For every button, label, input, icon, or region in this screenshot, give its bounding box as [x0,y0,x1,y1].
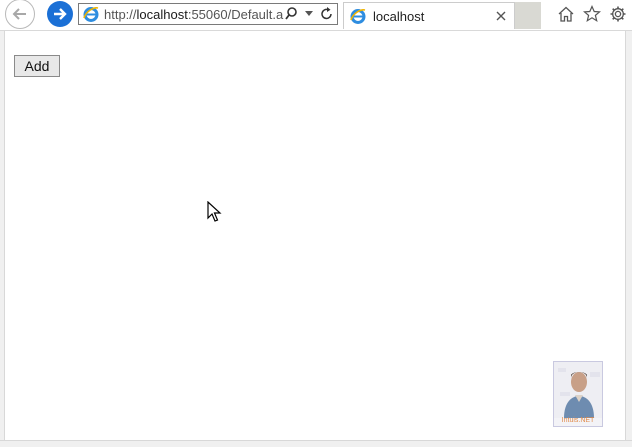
forward-arrow-icon [47,1,73,27]
internet-explorer-icon [350,9,366,24]
address-url[interactable]: http://localhost:55060/Default.a [104,7,290,22]
refresh-icon[interactable] [321,7,333,21]
browser-window: http://localhost:55060/Default.a localho… [0,0,632,447]
mouse-pointer-icon [207,201,222,222]
url-scheme: http:// [104,6,137,22]
star-icon[interactable] [582,4,602,24]
home-icon[interactable] [556,4,576,24]
browser-toolbar: http://localhost:55060/Default.a localho… [0,0,632,31]
page-content: Add Intuis.NET [4,31,626,441]
back-button[interactable] [4,0,36,29]
chevron-down-icon[interactable] [303,7,315,21]
back-arrow-icon [5,0,35,29]
address-bar[interactable]: http://localhost:55060/Default.a [78,3,338,25]
browser-right-tools [556,2,628,26]
search-icon[interactable] [285,7,297,21]
tab-title: localhost [373,8,425,24]
url-host: localhost [136,6,188,22]
new-tab-button[interactable] [515,2,541,29]
avatar [554,362,602,418]
watermark-image: Intuis.NET [553,361,603,427]
tab-localhost[interactable]: localhost [343,2,515,29]
watermark-text: Intuis.NET [561,417,595,424]
url-path: :55060/Default.a [187,6,284,22]
status-bar [0,440,632,447]
address-tools [285,4,333,24]
add-button[interactable]: Add [14,55,60,77]
close-icon[interactable] [494,9,508,23]
gear-icon[interactable] [608,4,628,24]
internet-explorer-icon [83,7,99,22]
forward-button[interactable] [44,0,76,28]
